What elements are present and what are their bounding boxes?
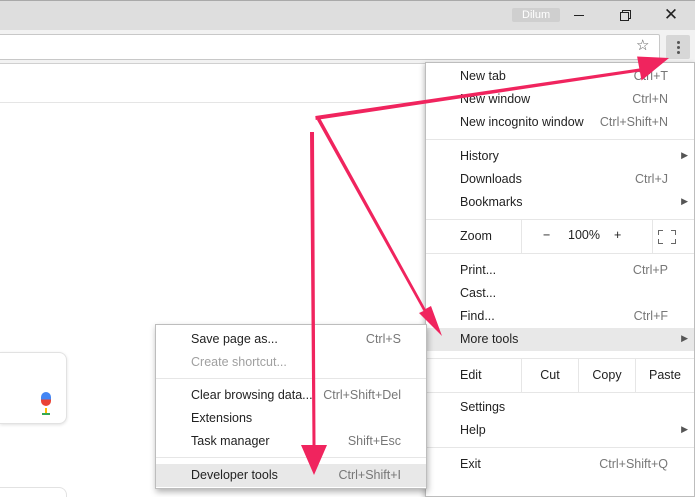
chevron-right-icon: ▶ bbox=[681, 334, 688, 344]
submenu-item-clear-browsing-data[interactable]: Clear browsing data... Ctrl+Shift+Del bbox=[156, 384, 426, 407]
menu-item-shortcut: Ctrl+Shift+I bbox=[338, 468, 401, 482]
restore-button[interactable] bbox=[602, 1, 648, 30]
menu-item-shortcut: Ctrl+P bbox=[632, 263, 668, 277]
edit-label: Edit bbox=[460, 368, 482, 382]
menu-separator bbox=[156, 378, 426, 379]
copy-button[interactable]: Copy bbox=[578, 359, 635, 392]
address-bar[interactable] bbox=[0, 34, 660, 60]
menu-item-label: Print... bbox=[460, 263, 497, 277]
menu-item-shortcut: Ctrl+S bbox=[365, 332, 401, 346]
edit-row: Edit Cut Copy Paste bbox=[426, 359, 694, 392]
kebab-menu-icon[interactable] bbox=[666, 35, 690, 59]
submenu-item-extensions[interactable]: Extensions bbox=[156, 407, 426, 430]
menu-item-shortcut: Ctrl+J bbox=[635, 172, 668, 186]
menu-item-new-incognito[interactable]: New incognito window Ctrl+Shift+N bbox=[426, 111, 694, 134]
paste-button[interactable]: Paste bbox=[635, 359, 694, 392]
menu-item-shortcut: Ctrl+N bbox=[632, 92, 668, 106]
menu-item-new-tab[interactable]: New tab Ctrl+T bbox=[426, 65, 694, 88]
menu-item-label: Developer tools bbox=[191, 468, 278, 482]
menu-item-label: Find... bbox=[460, 309, 495, 323]
menu-item-label: New window bbox=[460, 92, 531, 106]
menu-item-label: Settings bbox=[460, 400, 506, 414]
menu-item-label: Create shortcut... bbox=[191, 355, 287, 369]
menu-item-label: Exit bbox=[460, 457, 481, 471]
menu-item-label: Task manager bbox=[191, 434, 270, 448]
menu-item-shortcut: Ctrl+Shift+Del bbox=[323, 388, 401, 402]
cut-button[interactable]: Cut bbox=[521, 359, 578, 392]
menu-item-label: New tab bbox=[460, 69, 506, 83]
restore-icon bbox=[619, 10, 631, 21]
fullscreen-icon[interactable] bbox=[658, 230, 676, 244]
menu-item-find[interactable]: Find... Ctrl+F bbox=[426, 305, 694, 328]
menu-item-label: Save page as... bbox=[191, 332, 278, 346]
search-box[interactable] bbox=[0, 352, 67, 424]
arrow-to-more-tools bbox=[317, 118, 442, 336]
menu-item-cast[interactable]: Cast... bbox=[426, 282, 694, 305]
menu-item-exit[interactable]: Exit Ctrl+Shift+Q bbox=[426, 453, 694, 476]
submenu-item-save-page[interactable]: Save page as... Ctrl+S bbox=[156, 328, 426, 351]
zoom-out-button[interactable]: − bbox=[543, 228, 550, 242]
menu-item-shortcut: Ctrl+T bbox=[633, 69, 668, 83]
menu-item-label: History bbox=[460, 149, 499, 163]
menu-item-new-window[interactable]: New window Ctrl+N bbox=[426, 88, 694, 111]
menu-separator bbox=[156, 457, 426, 458]
zoom-label: Zoom bbox=[460, 229, 492, 243]
menu-item-bookmarks[interactable]: Bookmarks ▶ bbox=[426, 191, 694, 214]
chevron-right-icon: ▶ bbox=[681, 151, 688, 161]
menu-item-label: Help bbox=[460, 423, 486, 437]
menu-item-downloads[interactable]: Downloads Ctrl+J bbox=[426, 168, 694, 191]
browser-toolbar: ☆ bbox=[0, 30, 695, 64]
microphone-icon[interactable] bbox=[41, 392, 51, 416]
menu-item-label: New incognito window bbox=[460, 115, 584, 129]
menu-item-shortcut: Ctrl+F bbox=[633, 309, 668, 323]
profile-name[interactable]: Dilum bbox=[512, 8, 561, 22]
menu-item-label: Downloads bbox=[460, 172, 522, 186]
menu-separator bbox=[426, 447, 694, 448]
menu-item-history[interactable]: History ▶ bbox=[426, 145, 694, 168]
minimize-button[interactable] bbox=[556, 1, 602, 30]
submenu-item-task-manager[interactable]: Task manager Shift+Esc bbox=[156, 430, 426, 453]
menu-item-label: Extensions bbox=[191, 411, 253, 425]
chrome-main-menu: New tab Ctrl+T New window Ctrl+N New inc… bbox=[425, 62, 695, 497]
zoom-value: 100% bbox=[568, 228, 600, 242]
submenu-item-developer-tools[interactable]: Developer tools Ctrl+Shift+I bbox=[156, 464, 426, 487]
page-divider bbox=[0, 102, 425, 103]
menu-item-settings[interactable]: Settings bbox=[426, 396, 694, 419]
close-button[interactable]: ✕ bbox=[648, 1, 694, 30]
menu-item-shortcut: Ctrl+Shift+N bbox=[599, 115, 668, 129]
menu-item-label: Clear browsing data... bbox=[191, 388, 313, 402]
menu-item-more-tools[interactable]: More tools ▶ bbox=[426, 328, 694, 351]
menu-item-print[interactable]: Print... Ctrl+P bbox=[426, 259, 694, 282]
zoom-row: Zoom − 100% + bbox=[426, 220, 694, 253]
more-tools-submenu: Save page as... Ctrl+S Create shortcut..… bbox=[155, 324, 427, 489]
menu-item-label: Cast... bbox=[460, 286, 497, 300]
menu-item-shortcut: Shift+Esc bbox=[347, 434, 401, 448]
submenu-item-create-shortcut: Create shortcut... bbox=[156, 351, 426, 374]
chevron-right-icon: ▶ bbox=[681, 197, 688, 207]
page-tile bbox=[0, 487, 67, 497]
chevron-right-icon: ▶ bbox=[681, 425, 688, 435]
menu-separator bbox=[426, 392, 694, 393]
menu-item-shortcut: Ctrl+Shift+Q bbox=[599, 457, 668, 471]
menu-item-help[interactable]: Help ▶ bbox=[426, 419, 694, 442]
zoom-in-button[interactable]: + bbox=[614, 228, 621, 242]
minimize-icon bbox=[574, 15, 584, 16]
menu-separator bbox=[426, 253, 694, 254]
menu-item-label: Bookmarks bbox=[460, 195, 523, 209]
menu-separator bbox=[426, 139, 694, 140]
close-icon: ✕ bbox=[663, 5, 679, 25]
menu-item-label: More tools bbox=[460, 332, 519, 346]
title-bar: Dilum ✕ bbox=[0, 0, 695, 30]
star-icon[interactable]: ☆ bbox=[636, 36, 649, 54]
